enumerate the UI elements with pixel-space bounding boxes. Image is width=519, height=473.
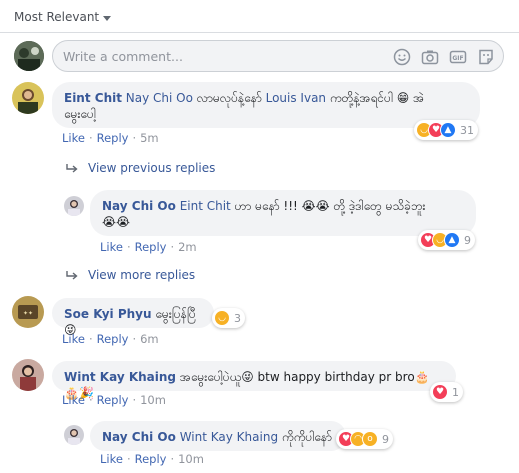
reply-button[interactable]: Reply: [135, 452, 167, 466]
reaction-summary[interactable]: ♥ ◡ ▲ 9: [418, 230, 475, 250]
comment-author[interactable]: Soe Kyi Phyu: [64, 307, 152, 321]
sort-label: Most Relevant: [14, 10, 100, 24]
reaction-summary[interactable]: ◡ 3: [212, 308, 245, 328]
reaction-count: 3: [234, 311, 241, 325]
avatar[interactable]: [12, 359, 44, 391]
current-user-avatar: [14, 41, 44, 71]
reaction-summary[interactable]: ◡ ♥ ▲ 31: [414, 120, 478, 140]
comment-author[interactable]: Eint Chit: [64, 91, 122, 105]
comment-text: လာမလုပ်နဲ့နော်: [192, 91, 266, 105]
mention[interactable]: Eint Chit: [180, 199, 231, 213]
reaction-summary[interactable]: ♥ ◠ o 9: [336, 429, 393, 449]
reaction-count: 9: [382, 432, 389, 446]
comment-composer[interactable]: GIF: [52, 40, 504, 72]
reply-button[interactable]: Reply: [135, 240, 167, 254]
view-more-replies[interactable]: View more replies: [66, 268, 195, 282]
reply-arrow-icon: [66, 271, 78, 280]
view-more-label: View more replies: [88, 268, 196, 282]
comment-time[interactable]: 2m: [178, 240, 197, 254]
emoji-icon[interactable]: [393, 48, 411, 66]
sticker-icon[interactable]: [477, 48, 495, 66]
avatar[interactable]: [12, 82, 44, 114]
comment-bubble: Wint Kay Khaing အမွေးပေါ့ပဲယူ😜 btw happy…: [52, 361, 456, 400]
mention[interactable]: Wint Kay Khaing: [180, 430, 278, 444]
comment-time[interactable]: 10m: [178, 452, 204, 466]
comment-text: ကတို့နဲ့အရင်ပါ 😁 အဲ: [326, 91, 425, 105]
avatar[interactable]: [64, 425, 84, 445]
comment-input[interactable]: [63, 47, 363, 65]
comment-bubble: Nay Chi Oo Eint Chit ဟာ မနော် !!! 😭😭 တို…: [90, 190, 476, 236]
haha-icon: ◡: [214, 310, 230, 326]
comment-actions: Like · Reply · 6m: [62, 332, 159, 346]
comment-text: ဟာ မနော် !!! 😭😭 တို့ ဒဲ့ဒါတွေ မသိခဲ့ဘူး: [230, 199, 426, 213]
like-button[interactable]: Like: [62, 393, 85, 407]
divider: [0, 32, 519, 33]
gif-icon[interactable]: GIF: [449, 48, 467, 66]
like-button[interactable]: Like: [62, 332, 85, 346]
view-previous-label: View previous replies: [88, 161, 216, 175]
like-icon: ▲: [444, 232, 460, 248]
comment-actions: Like · Reply · 2m: [100, 240, 197, 254]
comment-text: 😭😭: [102, 215, 131, 229]
comment-actions: Like · Reply · 10m: [100, 452, 204, 466]
like-button[interactable]: Like: [100, 452, 123, 466]
reaction-count: 9: [464, 233, 471, 247]
view-previous-replies[interactable]: View previous replies: [66, 161, 215, 175]
comment-author[interactable]: Wint Kay Khaing: [64, 370, 176, 384]
reply-button[interactable]: Reply: [97, 393, 129, 407]
avatar[interactable]: [64, 196, 84, 216]
like-button[interactable]: Like: [100, 240, 123, 254]
reply-button[interactable]: Reply: [97, 131, 129, 145]
svg-text:GIF: GIF: [452, 55, 463, 62]
mention[interactable]: Louis Ivan: [266, 91, 326, 105]
comment-time[interactable]: 10m: [140, 393, 166, 407]
wow-icon: o: [362, 431, 378, 447]
avatar[interactable]: ✦✦: [12, 296, 44, 328]
svg-text:✦✦: ✦✦: [23, 310, 33, 317]
reaction-count: 31: [460, 123, 474, 137]
sort-dropdown[interactable]: Most Relevant: [14, 10, 112, 24]
reply-button[interactable]: Reply: [97, 332, 129, 346]
reaction-summary[interactable]: ♥ 1: [430, 382, 463, 402]
comment-bubble: Eint Chit Nay Chi Oo လာမလုပ်နဲ့နော် Loui…: [52, 82, 480, 128]
comment-bubble: Nay Chi Oo Wint Kay Khaing ကိုကိုပါနော်: [90, 421, 346, 451]
like-icon: ▲: [440, 122, 456, 138]
camera-icon[interactable]: [421, 48, 439, 66]
comment-text: မွေးပေါ့: [64, 107, 96, 121]
reaction-count: 1: [452, 385, 459, 399]
comment-author[interactable]: Nay Chi Oo: [102, 199, 176, 213]
comment-author[interactable]: Nay Chi Oo: [102, 430, 176, 444]
comment-bubble: Soe Kyi Phyu မွေးပြန်ပြီ😜: [52, 298, 214, 337]
like-button[interactable]: Like: [62, 131, 85, 145]
chevron-down-icon: [103, 15, 112, 21]
comment-time[interactable]: 6m: [140, 332, 159, 346]
comment-actions: Like · Reply · 10m: [62, 393, 166, 407]
comment-text: ကိုကိုပါနော်: [278, 430, 332, 444]
comment-time[interactable]: 5m: [140, 131, 159, 145]
reply-arrow-icon: [66, 164, 78, 173]
love-icon: ♥: [432, 384, 448, 400]
mention[interactable]: Nay Chi Oo: [126, 91, 193, 105]
comment-actions: Like · Reply · 5m: [62, 131, 159, 145]
